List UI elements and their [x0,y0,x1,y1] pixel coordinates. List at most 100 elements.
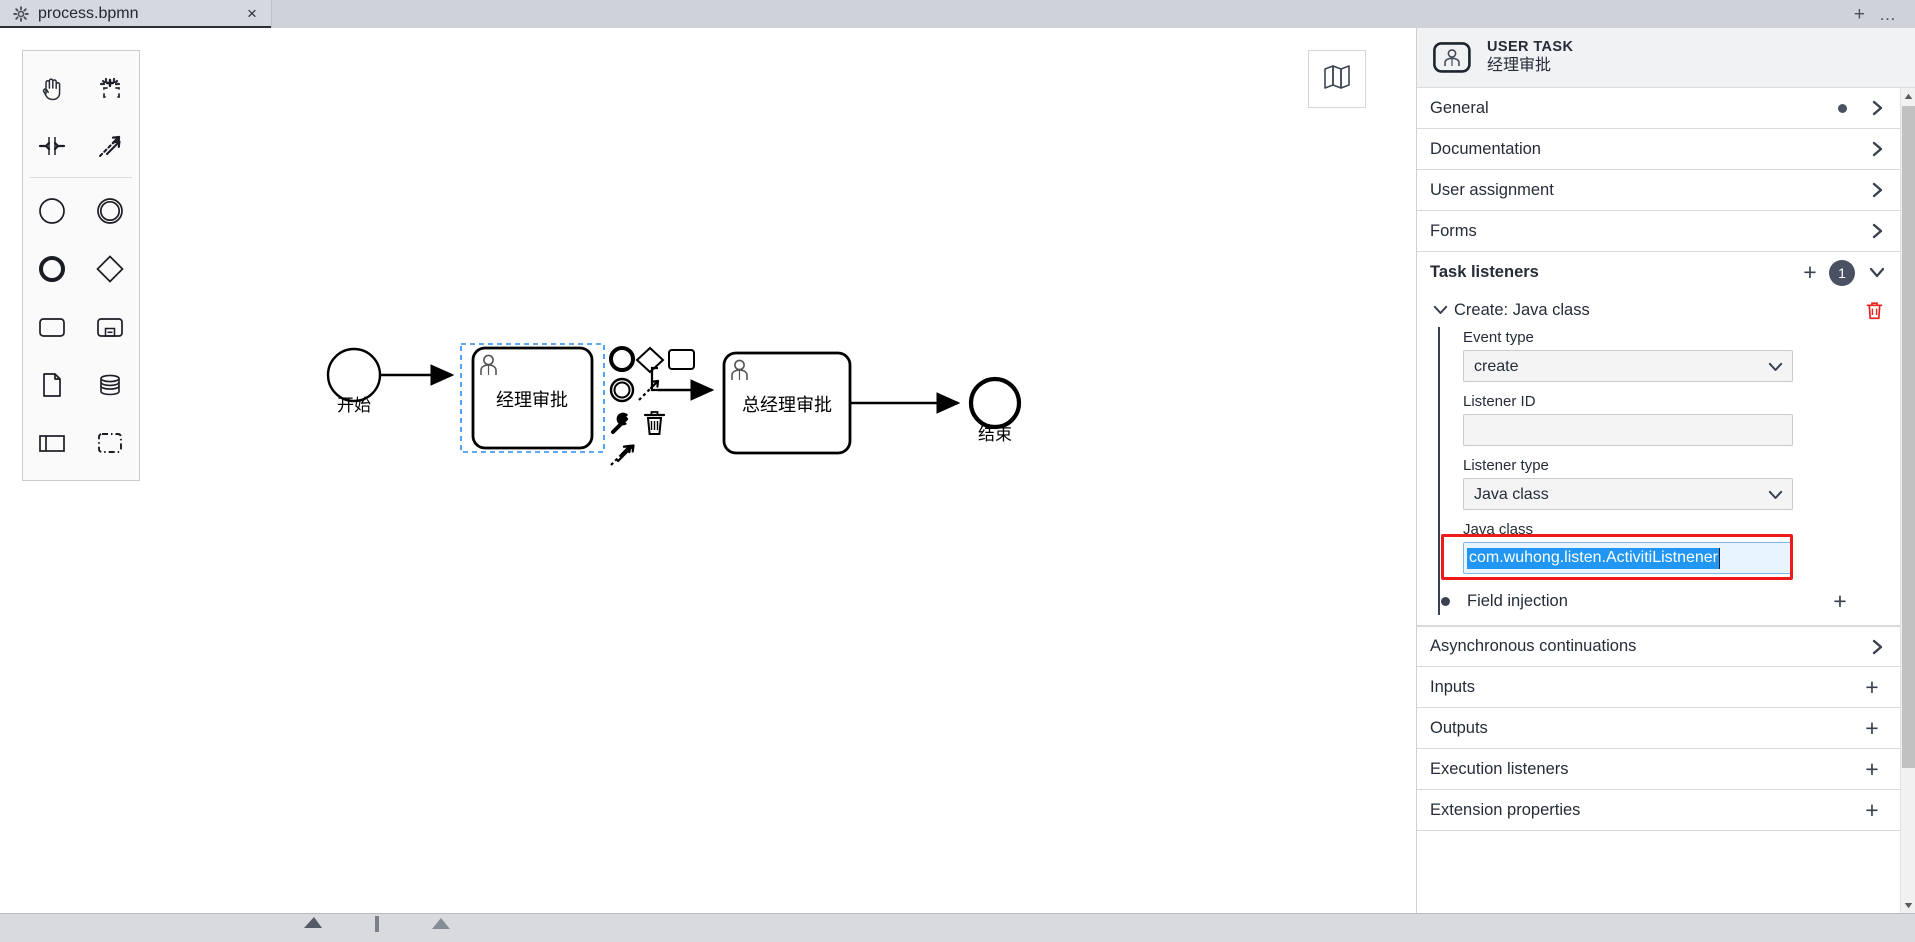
scroll-down-icon[interactable] [1901,897,1915,913]
bpmn-task-manager-approval[interactable]: 经理审批 [471,346,594,450]
diagram-canvas[interactable]: 开始 经理审批 总经理审批 结束 [0,28,1416,913]
task-listener-entry-header[interactable]: Create: Java class [1417,293,1901,327]
close-icon[interactable]: × [243,4,261,23]
listener-id-input[interactable] [1463,414,1793,446]
group-label: Extension properties [1430,800,1581,819]
field-listener-type: Listener type Java class [1463,457,1901,510]
chevron-down-icon[interactable] [1431,305,1449,315]
chevron-right-icon [1869,182,1885,198]
properties-panel-scrollbar[interactable] [1900,88,1915,913]
os-taskbar[interactable] [0,913,1915,942]
listener-id-label: Listener ID [1463,393,1536,410]
bpmn-diagram[interactable]: 开始 经理审批 总经理审批 结束 [0,28,1416,913]
add-input-button[interactable]: + [1859,674,1885,700]
tab-bar-actions: + … [1854,0,1915,28]
chevron-right-icon [1869,141,1885,157]
event-type-select[interactable]: create [1463,350,1793,382]
more-options-icon[interactable]: … [1879,6,1897,23]
chevron-right-icon [1869,100,1885,116]
group-label: Execution listeners [1430,759,1569,778]
task-listeners-count-badge: 1 [1829,259,1855,286]
properties-groups-list: General Documentation User assignment Fo… [1417,88,1901,913]
user-task-icon [1431,41,1473,75]
context-pad[interactable] [609,346,695,466]
group-label: General [1430,98,1489,117]
add-field-injection-button[interactable]: + [1827,589,1853,613]
group-status-dot [1838,103,1847,113]
element-type-label: USER TASK [1487,39,1574,56]
listener-type-select-wrap: Java class [1463,478,1793,510]
group-task-listeners[interactable]: Task listeners + 1 [1417,252,1901,293]
field-event-type: Event type create [1463,329,1901,382]
group-inputs[interactable]: Inputs + [1417,667,1901,708]
group-label: Forms [1430,221,1477,240]
tab-bar: process.bpmn × + … [0,0,1915,28]
element-name-label: 经理审批 [1487,57,1552,75]
properties-panel-header: USER TASK 经理审批 [1417,28,1915,88]
group-extension-properties[interactable]: Extension properties + [1417,790,1901,831]
bpmn-end-event[interactable]: 结束 [968,376,1022,444]
taskbar-app-icon-1[interactable] [296,914,330,942]
java-class-selected-value: com.wuhong.listen.ActivitiListnener [1467,547,1721,569]
group-label: Asynchronous continuations [1430,637,1637,655]
add-task-listener-button[interactable]: + [1797,260,1823,286]
bpmn-start-event[interactable]: 开始 [326,347,382,415]
scrollbar-thumb[interactable] [1902,106,1915,768]
group-asynchronous-continuations[interactable]: Asynchronous continuations [1417,626,1901,667]
trash-icon[interactable] [1863,301,1885,320]
group-documentation[interactable]: Documentation [1417,129,1901,170]
add-extension-property-button[interactable]: + [1859,797,1885,823]
listener-type-label: Listener type [1463,457,1549,474]
chevron-right-icon [1869,639,1885,655]
taskbar-app-icon-3[interactable] [424,914,458,942]
group-user-assignment[interactable]: User assignment [1417,170,1901,211]
field-injection-label: Field injection [1467,591,1568,610]
svg-text:开始: 开始 [337,396,371,415]
tab-bar-spacer [272,0,1854,28]
group-execution-listeners[interactable]: Execution listeners + [1417,749,1901,790]
chevron-right-icon [1869,223,1885,239]
chevron-down-icon[interactable] [1869,267,1885,278]
gear-icon [12,5,30,23]
new-tab-icon[interactable]: + [1854,5,1865,24]
connect-icon[interactable] [610,444,635,466]
properties-panel: USER TASK 经理审批 General Documentation Use… [1416,28,1915,913]
append-end-event-icon [609,346,635,372]
tab-process-bpmn[interactable]: process.bpmn × [0,0,272,28]
java-class-input-wrap: com.wuhong.listen.ActivitiListnener [1441,534,1793,580]
tab-title: process.bpmn [38,5,139,22]
append-gateway-icon [635,346,665,374]
event-type-select-wrap: create [1463,350,1793,382]
java-class-label: Java class [1463,521,1534,538]
group-general[interactable]: General [1417,88,1901,129]
java-class-input[interactable]: com.wuhong.listen.ActivitiListnener [1463,542,1793,574]
svg-text:经理审批: 经理审批 [496,390,568,410]
group-label: Outputs [1430,718,1488,737]
properties-panel-body: General Documentation User assignment Fo… [1417,88,1915,913]
group-label: Inputs [1430,677,1475,696]
field-injection-dot [1441,596,1450,606]
task-listener-entry-title: Create: Java class [1454,300,1590,319]
group-label: Documentation [1430,139,1541,158]
add-output-button[interactable]: + [1859,715,1885,741]
listener-type-select[interactable]: Java class [1463,478,1793,510]
append-task-icon [668,349,695,370]
add-execution-listener-button[interactable]: + [1859,756,1885,782]
svg-text:结束: 结束 [978,425,1012,444]
event-type-label: Event type [1463,329,1534,346]
group-label: User assignment [1430,180,1554,199]
bpmn-task-general-manager-approval[interactable]: 总经理审批 [722,351,852,455]
delete-icon[interactable] [643,411,666,435]
group-outputs[interactable]: Outputs + [1417,708,1901,749]
field-injection-row: Field injection + [1437,585,1901,615]
append-intermediate-event-icon[interactable] [609,377,635,403]
task-listener-fields: Event type create Listener ID Listener t… [1438,327,1901,615]
task-listener-entry: Create: Java class Event type create Lis… [1417,293,1901,626]
properties-panel-title-block: USER TASK 经理审批 [1487,39,1573,75]
group-forms[interactable]: Forms [1417,211,1901,252]
group-label: Task listeners [1430,263,1539,281]
scroll-up-icon[interactable] [1901,88,1915,104]
field-java-class: Java class com.wuhong.listen.ActivitiLis… [1441,521,1901,580]
taskbar-app-icon-2[interactable] [360,914,394,942]
wrench-icon[interactable] [611,412,628,434]
